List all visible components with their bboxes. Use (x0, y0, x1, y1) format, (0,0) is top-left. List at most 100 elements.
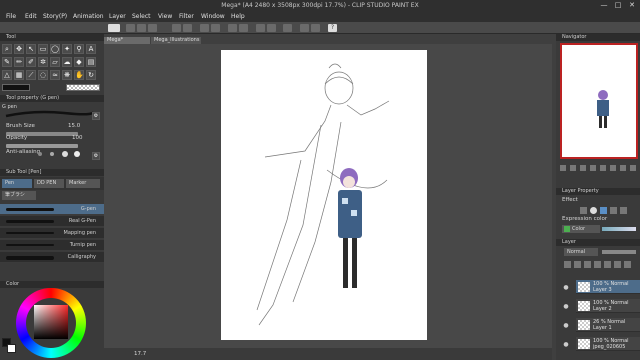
lasso-tool-icon[interactable]: ◯ (50, 44, 60, 54)
sub-color-swatch[interactable] (7, 344, 16, 353)
fill-tool-icon[interactable]: ◆ (74, 57, 84, 67)
layer-thumbnail (578, 339, 590, 349)
wrench-icon[interactable]: ⚙ (92, 112, 100, 120)
zoom-value[interactable]: 17.7 (134, 351, 146, 357)
menu-story[interactable]: Story(P) (43, 13, 67, 20)
help-icon[interactable]: ? (328, 24, 337, 32)
minimize-button[interactable]: — (597, 1, 611, 10)
layer-opacity-slider[interactable] (602, 250, 636, 254)
navigator-character-preview (596, 90, 610, 128)
anti-aliasing-options[interactable] (38, 151, 86, 157)
new-file-icon[interactable] (126, 24, 135, 32)
eye-icon[interactable]: ● (562, 341, 570, 349)
brush-tool-icon[interactable]: ✐ (26, 57, 36, 67)
snap-grid-icon[interactable] (267, 24, 276, 32)
layer-name: Layer 2 (593, 306, 612, 312)
snap-ruler-icon[interactable] (256, 24, 265, 32)
figure-tool-icon[interactable]: △ (2, 70, 12, 80)
text-tool-icon[interactable]: A (86, 44, 96, 54)
eyedropper-tool-icon[interactable]: ⚲ (74, 44, 84, 54)
drawing-color-icon[interactable] (300, 24, 309, 32)
move-tool-icon[interactable]: ✥ (14, 44, 24, 54)
tool-header: Tool (0, 34, 104, 41)
opacity-value[interactable]: 100 (72, 134, 90, 143)
layer-row[interactable]: 100 % Normal jpeg_020605 (576, 337, 640, 351)
sub-tool-tab-fude-brush[interactable]: 筆ブラシ (2, 191, 36, 200)
brush-item-calligraphy[interactable]: Calligraphy (0, 252, 104, 263)
deselect-icon[interactable] (228, 24, 237, 32)
hand-tool-icon[interactable]: ✋ (74, 70, 84, 80)
eye-icon[interactable]: ● (562, 322, 570, 330)
menu-select[interactable]: Select (132, 13, 151, 20)
airbrush-tool-icon[interactable]: ✲ (38, 57, 48, 67)
open-file-icon[interactable] (137, 24, 146, 32)
layer-row[interactable]: 100 % Normal Layer 3 (576, 280, 640, 294)
maximize-button[interactable]: □ (611, 1, 625, 10)
brush-item-mapping-pen[interactable]: Mapping pen (0, 228, 104, 239)
ruler-tool-icon[interactable]: ⟋ (26, 70, 36, 80)
saturation-value-square[interactable] (34, 305, 68, 339)
transparent-color-swatch[interactable] (66, 84, 100, 91)
menu-file[interactable]: File (6, 13, 16, 20)
blend-mode-select[interactable]: Normal (564, 248, 598, 256)
operation-tool-icon[interactable]: ↖ (26, 44, 36, 54)
brush-size-value[interactable]: 15.0 (68, 122, 88, 131)
blend-tool-icon[interactable]: ☁ (62, 57, 72, 67)
pen-tool-icon[interactable]: ✎ (2, 57, 12, 67)
expression-color-select[interactable]: Color (562, 225, 600, 233)
layer-color-slider[interactable] (602, 227, 636, 231)
tab-canvas-mega[interactable]: Mega* (104, 37, 150, 44)
correct-line-tool-icon[interactable]: ≈ (50, 70, 60, 80)
pencil-tool-icon[interactable]: ✏ (14, 57, 24, 67)
sub-tool-header: Sub Tool [Pen] (0, 169, 104, 176)
brush-item-g-pen[interactable]: G-pen (0, 204, 104, 215)
frame-tool-icon[interactable]: ▦ (14, 70, 24, 80)
character-figure (335, 168, 365, 296)
menu-layer[interactable]: Layer (109, 13, 126, 20)
undo-icon[interactable] (172, 24, 181, 32)
brush-item-real-g-pen[interactable]: Real G-Pen (0, 216, 104, 227)
effect-label: Effect (562, 197, 578, 203)
effect-buttons[interactable] (580, 207, 638, 215)
transparent-color-icon[interactable] (311, 24, 320, 32)
layer-row[interactable]: 26 % Normal Layer 1 (576, 318, 640, 332)
sub-tool-tabs: Pen DD PEN Marker (0, 177, 104, 190)
zoom-tool-icon[interactable]: ⌕ (2, 44, 12, 54)
navigator-header: Navigator (556, 34, 640, 41)
menu-help[interactable]: Help (231, 13, 245, 20)
eye-icon[interactable]: ● (562, 303, 570, 311)
rotate-tool-icon[interactable]: ↻ (86, 70, 96, 80)
menu-edit[interactable]: Edit (25, 13, 37, 20)
sub-tool-tab-marker[interactable]: Marker (66, 179, 100, 188)
navigator-controls[interactable] (560, 163, 638, 173)
menu-filter[interactable]: Filter (179, 13, 194, 20)
menu-window[interactable]: Window (201, 13, 225, 20)
brush-item-turnip-pen[interactable]: Turnip pen (0, 240, 104, 251)
command-bar: ? (0, 22, 640, 34)
clear-icon[interactable] (200, 24, 209, 32)
sub-tool-tab-pen[interactable]: Pen (2, 179, 32, 188)
redo-icon[interactable] (183, 24, 192, 32)
decoration-tool-icon[interactable]: ❋ (62, 70, 72, 80)
snap-point-icon[interactable] (283, 24, 292, 32)
sub-tool-tab-dd-pen[interactable]: DD PEN (34, 179, 64, 188)
gradient-tool-icon[interactable]: ▤ (86, 57, 96, 67)
menu-view[interactable]: View (158, 13, 172, 20)
clip-studio-icon[interactable] (108, 24, 120, 32)
layer-row[interactable]: 100 % Normal Layer 2 (576, 299, 640, 313)
close-button[interactable]: ✕ (625, 1, 639, 10)
layer-toolbar[interactable] (564, 260, 638, 270)
wrench-icon[interactable]: ⚙ (92, 152, 100, 160)
crop-icon[interactable] (239, 24, 248, 32)
selection-tool-icon[interactable]: ▭ (38, 44, 48, 54)
balloon-tool-icon[interactable]: ◌ (38, 70, 48, 80)
main-color-swatch[interactable] (2, 84, 30, 91)
tab-canvas-illustrations[interactable]: Mega_Illustrations (151, 37, 201, 44)
eraser-tool-icon[interactable]: ▱ (50, 57, 60, 67)
menu-animation[interactable]: Animation (73, 13, 104, 20)
auto-select-tool-icon[interactable]: ✦ (62, 44, 72, 54)
eye-icon[interactable]: ● (562, 284, 570, 292)
character-sketch (256, 63, 390, 326)
save-icon[interactable] (148, 24, 157, 32)
transform-icon[interactable] (211, 24, 220, 32)
